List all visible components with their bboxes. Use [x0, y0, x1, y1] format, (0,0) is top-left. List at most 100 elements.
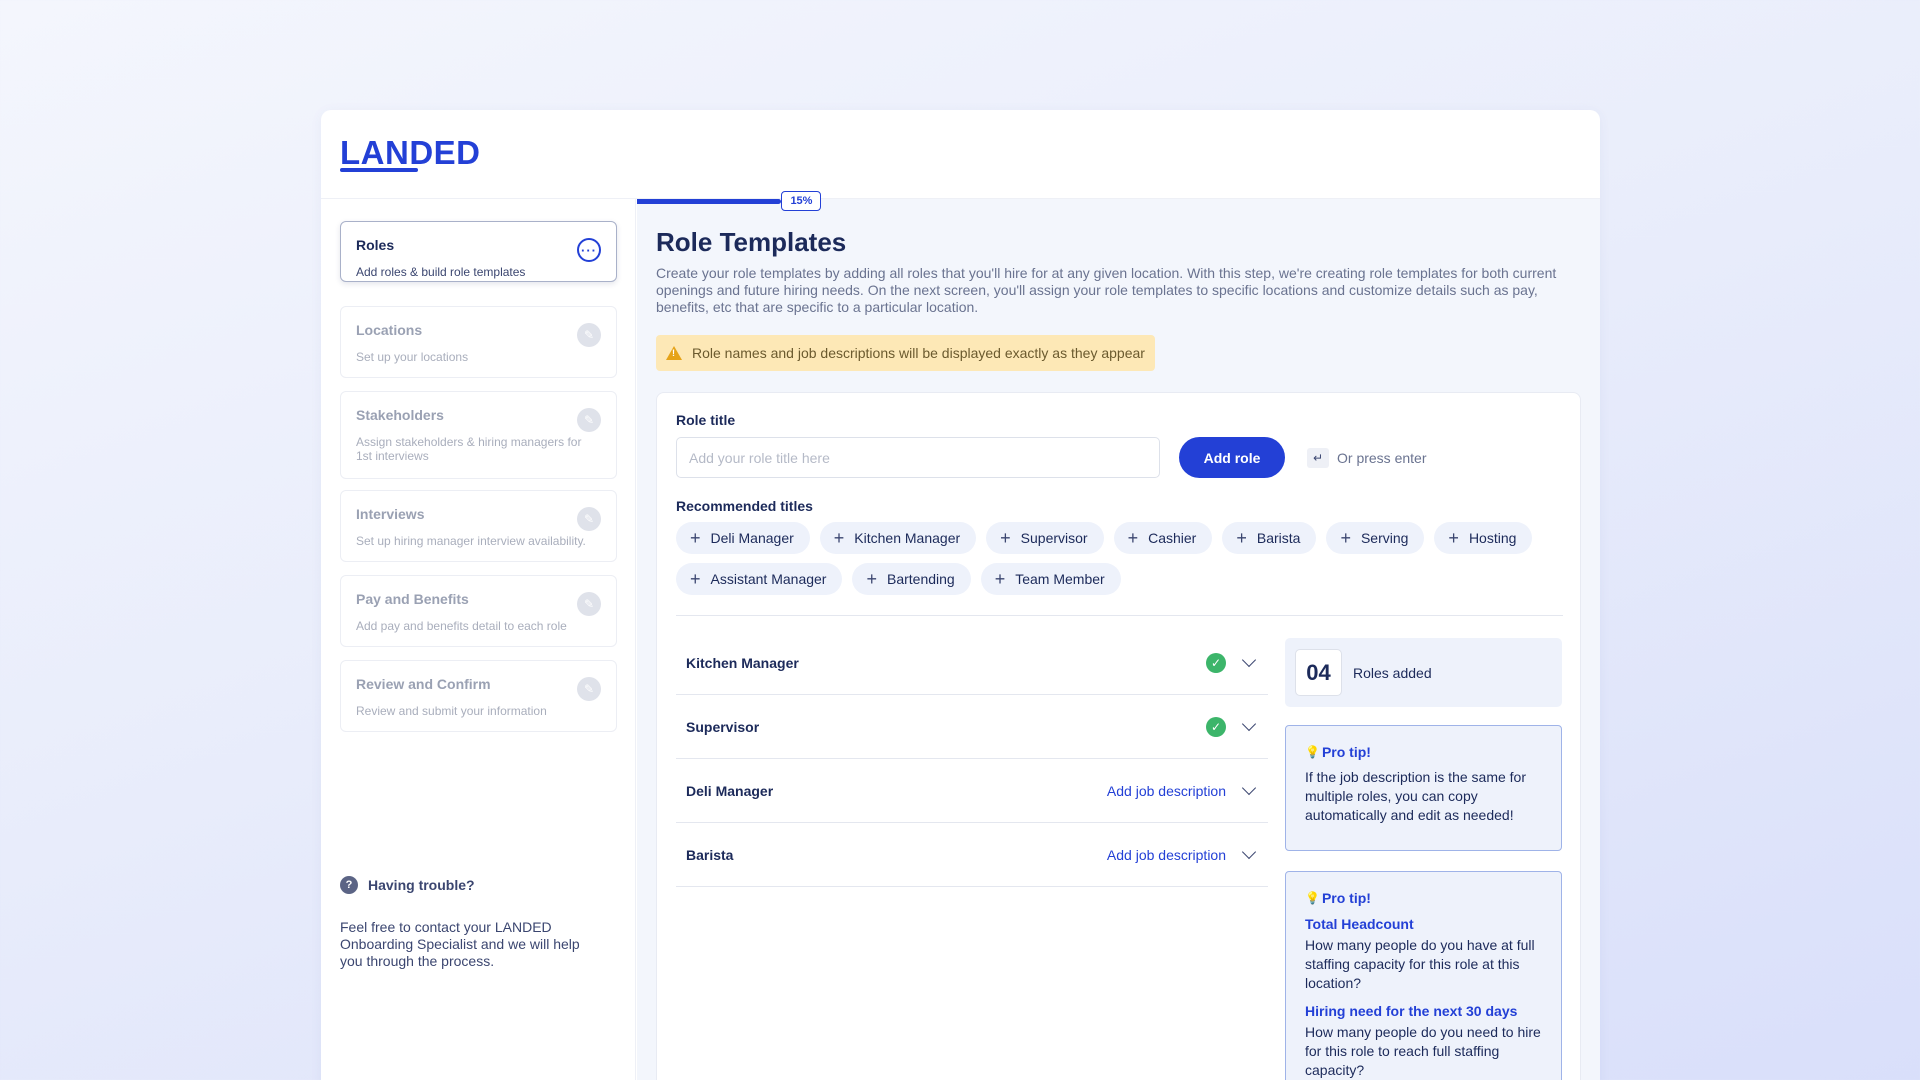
add-role-button[interactable]: Add role [1179, 437, 1285, 478]
enter-key-icon: ↵ [1307, 447, 1329, 468]
recommended-titles: + Deli Manager + Kitchen Manager + Supervis… [676, 522, 1566, 595]
progress-badge: 15% [781, 191, 822, 211]
chip-assistant-manager[interactable]: + Assistant Manager [676, 563, 843, 595]
role-row-kitchen-manager[interactable]: Kitchen Manager ✓ [676, 631, 1268, 695]
chip-label: Deli Manager [710, 530, 794, 546]
chip-label: Supervisor [1020, 530, 1088, 546]
warning-icon: ! [666, 346, 682, 360]
role-name: Supervisor [686, 718, 760, 735]
chip-label: Kitchen Manager [854, 530, 961, 546]
check-circle-icon: ✓ [1206, 652, 1226, 673]
chip-barista[interactable]: + Barista [1222, 522, 1317, 554]
plus-icon: + [1340, 528, 1351, 548]
add-job-description-link[interactable]: Add job description [1107, 847, 1226, 863]
chip-bartending[interactable]: + Bartending [852, 563, 971, 595]
role-row-deli-manager[interactable]: Deli Manager Add job description [676, 759, 1268, 823]
enter-hint: ↵ Or press enter [1307, 437, 1426, 478]
step-subtitle: Add roles & build role templates [356, 265, 526, 279]
enter-hint-text: Or press enter [1337, 449, 1427, 466]
chevron-down-icon[interactable] [1241, 780, 1257, 795]
tip-subheading: Total Headcount [1305, 916, 1414, 932]
roles-added-counter: 04 Roles added [1285, 638, 1562, 707]
plus-icon: + [866, 569, 877, 589]
tip-heading: Pro tip! [1321, 744, 1371, 760]
chip-serving[interactable]: + Serving [1326, 522, 1425, 554]
step-title: Roles [356, 237, 395, 253]
plus-icon: + [690, 569, 701, 589]
help-section: ? Having trouble? Feel free to contact y… [340, 876, 620, 970]
landed-logo[interactable]: LANDED [340, 134, 481, 172]
chip-label: Bartending [886, 571, 955, 587]
pencil-icon: ✎ [577, 592, 601, 616]
help-text: Feel free to contact your LANDED Onboard… [340, 919, 580, 969]
chip-cashier[interactable]: + Cashier [1113, 522, 1213, 554]
tip-heading: Pro tip! [1321, 890, 1371, 906]
help-heading: ? Having trouble? [340, 876, 620, 894]
chip-deli-manager[interactable]: + Deli Manager [676, 522, 810, 554]
steps-sidebar: Roles Add roles & build role templates ·… [321, 199, 636, 1080]
plus-icon: + [1236, 528, 1247, 548]
step-subtitle: Add pay and benefits detail to each role [356, 619, 567, 633]
chip-label: Assistant Manager [710, 571, 827, 587]
chip-supervisor[interactable]: + Supervisor [986, 522, 1104, 554]
check-circle-icon: ✓ [1206, 716, 1226, 737]
chip-label: Cashier [1148, 530, 1197, 546]
step-locations[interactable]: Locations Set up your locations ✎ [340, 306, 617, 378]
step-title: Pay and Benefits [356, 591, 469, 607]
role-title-input[interactable] [676, 437, 1160, 478]
plus-icon: + [833, 528, 845, 548]
pencil-icon: ✎ [577, 507, 601, 531]
app-header: LANDED [321, 110, 1600, 199]
step-title: Locations [356, 322, 423, 338]
chip-label: Hosting [1468, 530, 1517, 546]
step-title: Interviews [356, 506, 425, 522]
chevron-down-icon[interactable] [1241, 716, 1257, 731]
warning-banner: ! Role names and job descriptions will b… [656, 335, 1155, 371]
role-name: Barista [686, 846, 734, 863]
warning-text: Role names and job descriptions will be … [692, 345, 1145, 361]
step-roles[interactable]: Roles Add roles & build role templates ·… [340, 221, 617, 282]
chip-kitchen-manager[interactable]: + Kitchen Manager [819, 522, 977, 554]
lightbulb-icon: 💡 [1305, 891, 1320, 905]
chip-hosting[interactable]: + Hosting [1434, 522, 1533, 554]
role-row-supervisor[interactable]: Supervisor ✓ [676, 695, 1268, 759]
step-interviews[interactable]: Interviews Set up hiring manager intervi… [340, 490, 617, 562]
progress-bar: 15% [637, 191, 1600, 211]
step-subtitle: Set up hiring manager interview availabi… [356, 534, 586, 548]
chevron-down-icon[interactable] [1241, 844, 1257, 859]
plus-icon: + [1127, 528, 1139, 548]
chip-team-member[interactable]: + Team Member [980, 563, 1121, 595]
role-row-barista[interactable]: Barista Add job description [676, 823, 1268, 887]
step-title: Review and Confirm [356, 676, 491, 692]
role-name: Kitchen Manager [686, 654, 799, 671]
plus-icon: + [1000, 528, 1011, 548]
tip-text: How many people do you need to hire for … [1305, 1024, 1541, 1078]
tip-subheading: Hiring need for the next 30 days [1305, 1003, 1518, 1019]
pencil-icon: ✎ [577, 323, 601, 347]
chevron-down-icon[interactable] [1241, 652, 1257, 667]
question-icon: ? [340, 876, 358, 894]
step-stakeholders[interactable]: Stakeholders Assign stakeholders & hirin… [340, 391, 617, 479]
roles-count: 04 [1295, 649, 1342, 696]
lightbulb-icon: 💡 [1305, 745, 1320, 759]
add-job-description-link[interactable]: Add job description [1107, 783, 1226, 799]
page-description: Create your role templates by adding all… [656, 265, 1557, 315]
role-builder-card: Role title Add role ↵ Or press enter Rec… [656, 392, 1581, 1080]
step-title: Stakeholders [356, 407, 444, 423]
step-review-and-confirm[interactable]: Review and Confirm Review and submit you… [340, 660, 617, 732]
plus-icon: + [994, 569, 1006, 589]
plus-icon: + [1448, 528, 1459, 548]
page-title: Role Templates [656, 227, 847, 257]
tip-text: If the job description is the same for m… [1305, 769, 1526, 823]
more-dots-icon: ··· [577, 238, 601, 262]
help-title: Having trouble? [368, 877, 475, 893]
step-subtitle: Assign stakeholders & hiring managers fo… [356, 435, 582, 463]
chip-label: Team Member [1015, 571, 1105, 587]
tip-text: How many people do you have at full staf… [1305, 937, 1535, 991]
onboarding-app: LANDED Roles Add roles & build role temp… [321, 110, 1600, 1080]
chip-label: Serving [1360, 530, 1409, 546]
recommended-label: Recommended titles [676, 498, 813, 514]
section-divider [676, 615, 1563, 616]
added-roles-list: Kitchen Manager ✓ Supervisor ✓ Deli Mana… [676, 631, 1268, 887]
step-pay-and-benefits[interactable]: Pay and Benefits Add pay and benefits de… [340, 575, 617, 647]
